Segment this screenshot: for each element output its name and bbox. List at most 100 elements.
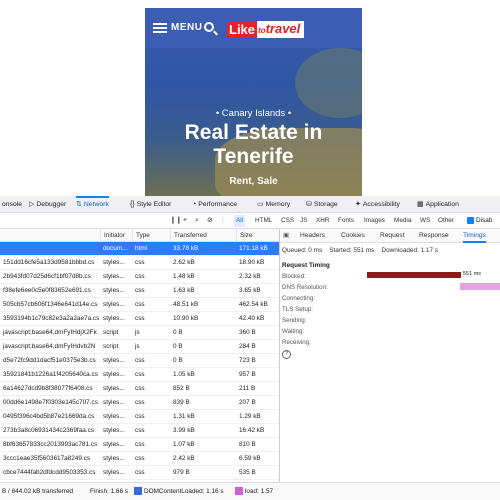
cell-type: css [135, 469, 145, 476]
tab-cookies[interactable]: Cookies [341, 229, 365, 243]
logo-part-totravel: totravel [258, 21, 301, 36]
cell-transferred: 10.90 kB [173, 315, 199, 322]
cell-transferred: 1.31 kB [173, 413, 195, 420]
cell-file: 0495f396c4bd5b87e21669da.cs [3, 413, 95, 420]
cell-size: 211 B [239, 385, 256, 392]
table-row[interactable]: 3593194b1c79c82e3a2a2ae7a.cs styles... css… [0, 312, 279, 326]
filter-xhr[interactable]: XHR [314, 215, 332, 227]
cell-initiator: docum... [103, 245, 128, 252]
site-logo[interactable]: Like totravel [227, 21, 305, 38]
accessibility-icon: ✦ [355, 201, 361, 208]
cell-transferred: 0 B [173, 357, 183, 364]
table-row[interactable]: 0495f396c4bd5b87e21669da.cs styles... css 1… [0, 410, 279, 424]
details-tabbar: ▣ Headers Cookies Request Response Timin… [280, 229, 500, 243]
network-toolbar: ❙❙ + ⌕ ⊘ | All HTML CSS JS XHR Fonts Ima… [0, 213, 500, 229]
cell-file: 8bf63657833cc2013993ac781.cs [3, 441, 98, 448]
search-icon[interactable]: ⌕ [195, 213, 199, 229]
tab-headers[interactable]: Headers [300, 229, 325, 243]
info-icon[interactable]: ? [282, 350, 291, 359]
filter-all[interactable]: All [234, 215, 246, 227]
tab-performance[interactable]: ◔ Performance [192, 196, 237, 213]
block-icon[interactable]: ⊘ [207, 213, 213, 229]
cell-initiator: script [103, 343, 119, 350]
table-row[interactable]: docum... html 33.78 kB 171.18 kB [0, 242, 279, 256]
cell-file: 2b943fd07d25d6cf1bf07d8b.cs [3, 273, 91, 280]
search-icon[interactable] [204, 22, 214, 32]
cell-transferred: 1.05 kB [173, 371, 195, 378]
tab-request[interactable]: Request [380, 229, 405, 243]
cell-initiator: styles... [103, 315, 125, 322]
table-row[interactable]: javascript;base64,dmFyIHdjX2Fk script js 0 … [0, 326, 279, 340]
cell-type: css [135, 273, 145, 280]
column-size[interactable]: Size [236, 229, 279, 242]
cell-transferred: 852 B [173, 385, 190, 392]
cell-transferred: 979 B [173, 469, 190, 476]
cell-type: css [135, 399, 145, 406]
cell-type: css [135, 455, 145, 462]
table-row[interactable]: d5e72fc9dd1dacf51e0375e3b.cs styles... css… [0, 354, 279, 368]
request-timing-title: Request Timing [282, 262, 330, 269]
cell-size: 957 B [239, 371, 256, 378]
request-details: ▣ Headers Cookies Request Response Timin… [280, 229, 500, 482]
cell-initiator: styles... [103, 469, 125, 476]
filter-media[interactable]: Media [392, 215, 413, 227]
devtools-tabbar: onsole ▷ Debugger ⇅ Network {} Style Editor… [0, 196, 500, 213]
dom-content-loaded: DOMContentLoaded: 1.16 s [134, 483, 224, 500]
table-row[interactable]: 151dd16cfe5a133d9581bbbd.cs styles... css 2… [0, 256, 279, 270]
cell-initiator: styles... [103, 357, 125, 364]
table-row[interactable]: javascript;base64,dmFyIHdvb2N script js 0 B… [0, 340, 279, 354]
table-row[interactable]: 273b3a8c06931434c2369faa.cs styles... css 3… [0, 424, 279, 438]
tab-console[interactable]: onsole [0, 196, 22, 213]
cell-size: 284 B [239, 343, 256, 350]
disable-cache-label: Disab [476, 217, 493, 224]
pause-icon[interactable]: ❙❙ [170, 213, 182, 229]
table-row[interactable]: 00dd6e1498e7f0303e145c707.cs styles... css… [0, 396, 279, 410]
cell-size: 535 B [239, 469, 256, 476]
hero-subtitle: • Canary Islands • [215, 108, 292, 119]
timing-label: DNS Resolution: [282, 284, 328, 291]
filter-images[interactable]: Images [362, 215, 387, 227]
cell-size: 3.65 kB [239, 287, 261, 294]
filter-html[interactable]: HTML [253, 215, 274, 227]
tab-debugger[interactable]: ▷ Debugger [29, 196, 66, 213]
cell-initiator: styles... [103, 385, 125, 392]
table-row[interactable]: cbce7444fab2dfdcdd9503353.cs styles... css… [0, 466, 279, 480]
tab-response[interactable]: Response [419, 229, 449, 243]
tab-accessibility[interactable]: ✦ Accessibility [355, 196, 400, 213]
hamburger-menu-icon[interactable] [153, 23, 167, 33]
sidebar-toggle-icon[interactable]: ▣ [283, 229, 289, 243]
tab-style-editor[interactable]: {} Style Editor [130, 196, 171, 213]
table-row[interactable]: f38efe6ee0c5e0f83652e691.cs styles... css 1… [0, 284, 279, 298]
cell-file: cbce7444fab2dfdcdd9503353.cs [3, 469, 96, 476]
cell-transferred: 3.99 kB [173, 427, 195, 434]
menu-label[interactable]: MENU [171, 22, 202, 33]
filter-fonts[interactable]: Fonts [336, 215, 356, 227]
cell-type: js [135, 329, 140, 336]
add-icon[interactable]: + [183, 213, 187, 229]
table-row[interactable]: 35921841b1226a1f4205640ca.cs styles... css… [0, 368, 279, 382]
table-row[interactable]: 505cb57cb606f1346e641d14e.cs styles... css… [0, 298, 279, 312]
tab-timings[interactable]: Timings [463, 229, 486, 243]
timing-label: Sending: [282, 317, 307, 324]
cell-transferred: 1.48 kB [173, 273, 195, 280]
filter-ws[interactable]: WS [418, 215, 432, 227]
table-row[interactable]: 3ccc1eae35f5603617a8249.cs styles... css 2.… [0, 452, 279, 466]
filter-js[interactable]: JS [298, 215, 309, 227]
cell-size: 810 B [239, 441, 256, 448]
tab-memory[interactable]: ▭ Memory [257, 196, 290, 213]
tab-application[interactable]: ▦ Application [417, 196, 459, 213]
tab-network[interactable]: ⇅ Network [76, 196, 109, 213]
table-row[interactable]: 2b943fd07d25d6cf1bf07d8b.cs styles... css 1… [0, 270, 279, 284]
table-row[interactable]: 6a14627dcd9b8f38077f6408.cs styles... css 8… [0, 382, 279, 396]
timing-label: Connecting: [282, 295, 316, 302]
filter-css[interactable]: CSS [279, 215, 296, 227]
filter-other[interactable]: Other [436, 215, 456, 227]
disable-cache-checkbox[interactable] [467, 217, 474, 224]
tab-storage[interactable]: ⛁ Storage [306, 196, 338, 213]
table-row[interactable]: 8bf63657833cc2013993ac781.cs styles... css… [0, 438, 279, 452]
column-type[interactable]: Type [132, 229, 170, 242]
timing-label: Blocked: [282, 273, 306, 280]
cell-file: 3ccc1eae35f5603617a8249.cs [3, 455, 91, 462]
column-initiator[interactable]: Initiator [100, 229, 132, 242]
column-transferred[interactable]: Transferred [170, 229, 236, 242]
